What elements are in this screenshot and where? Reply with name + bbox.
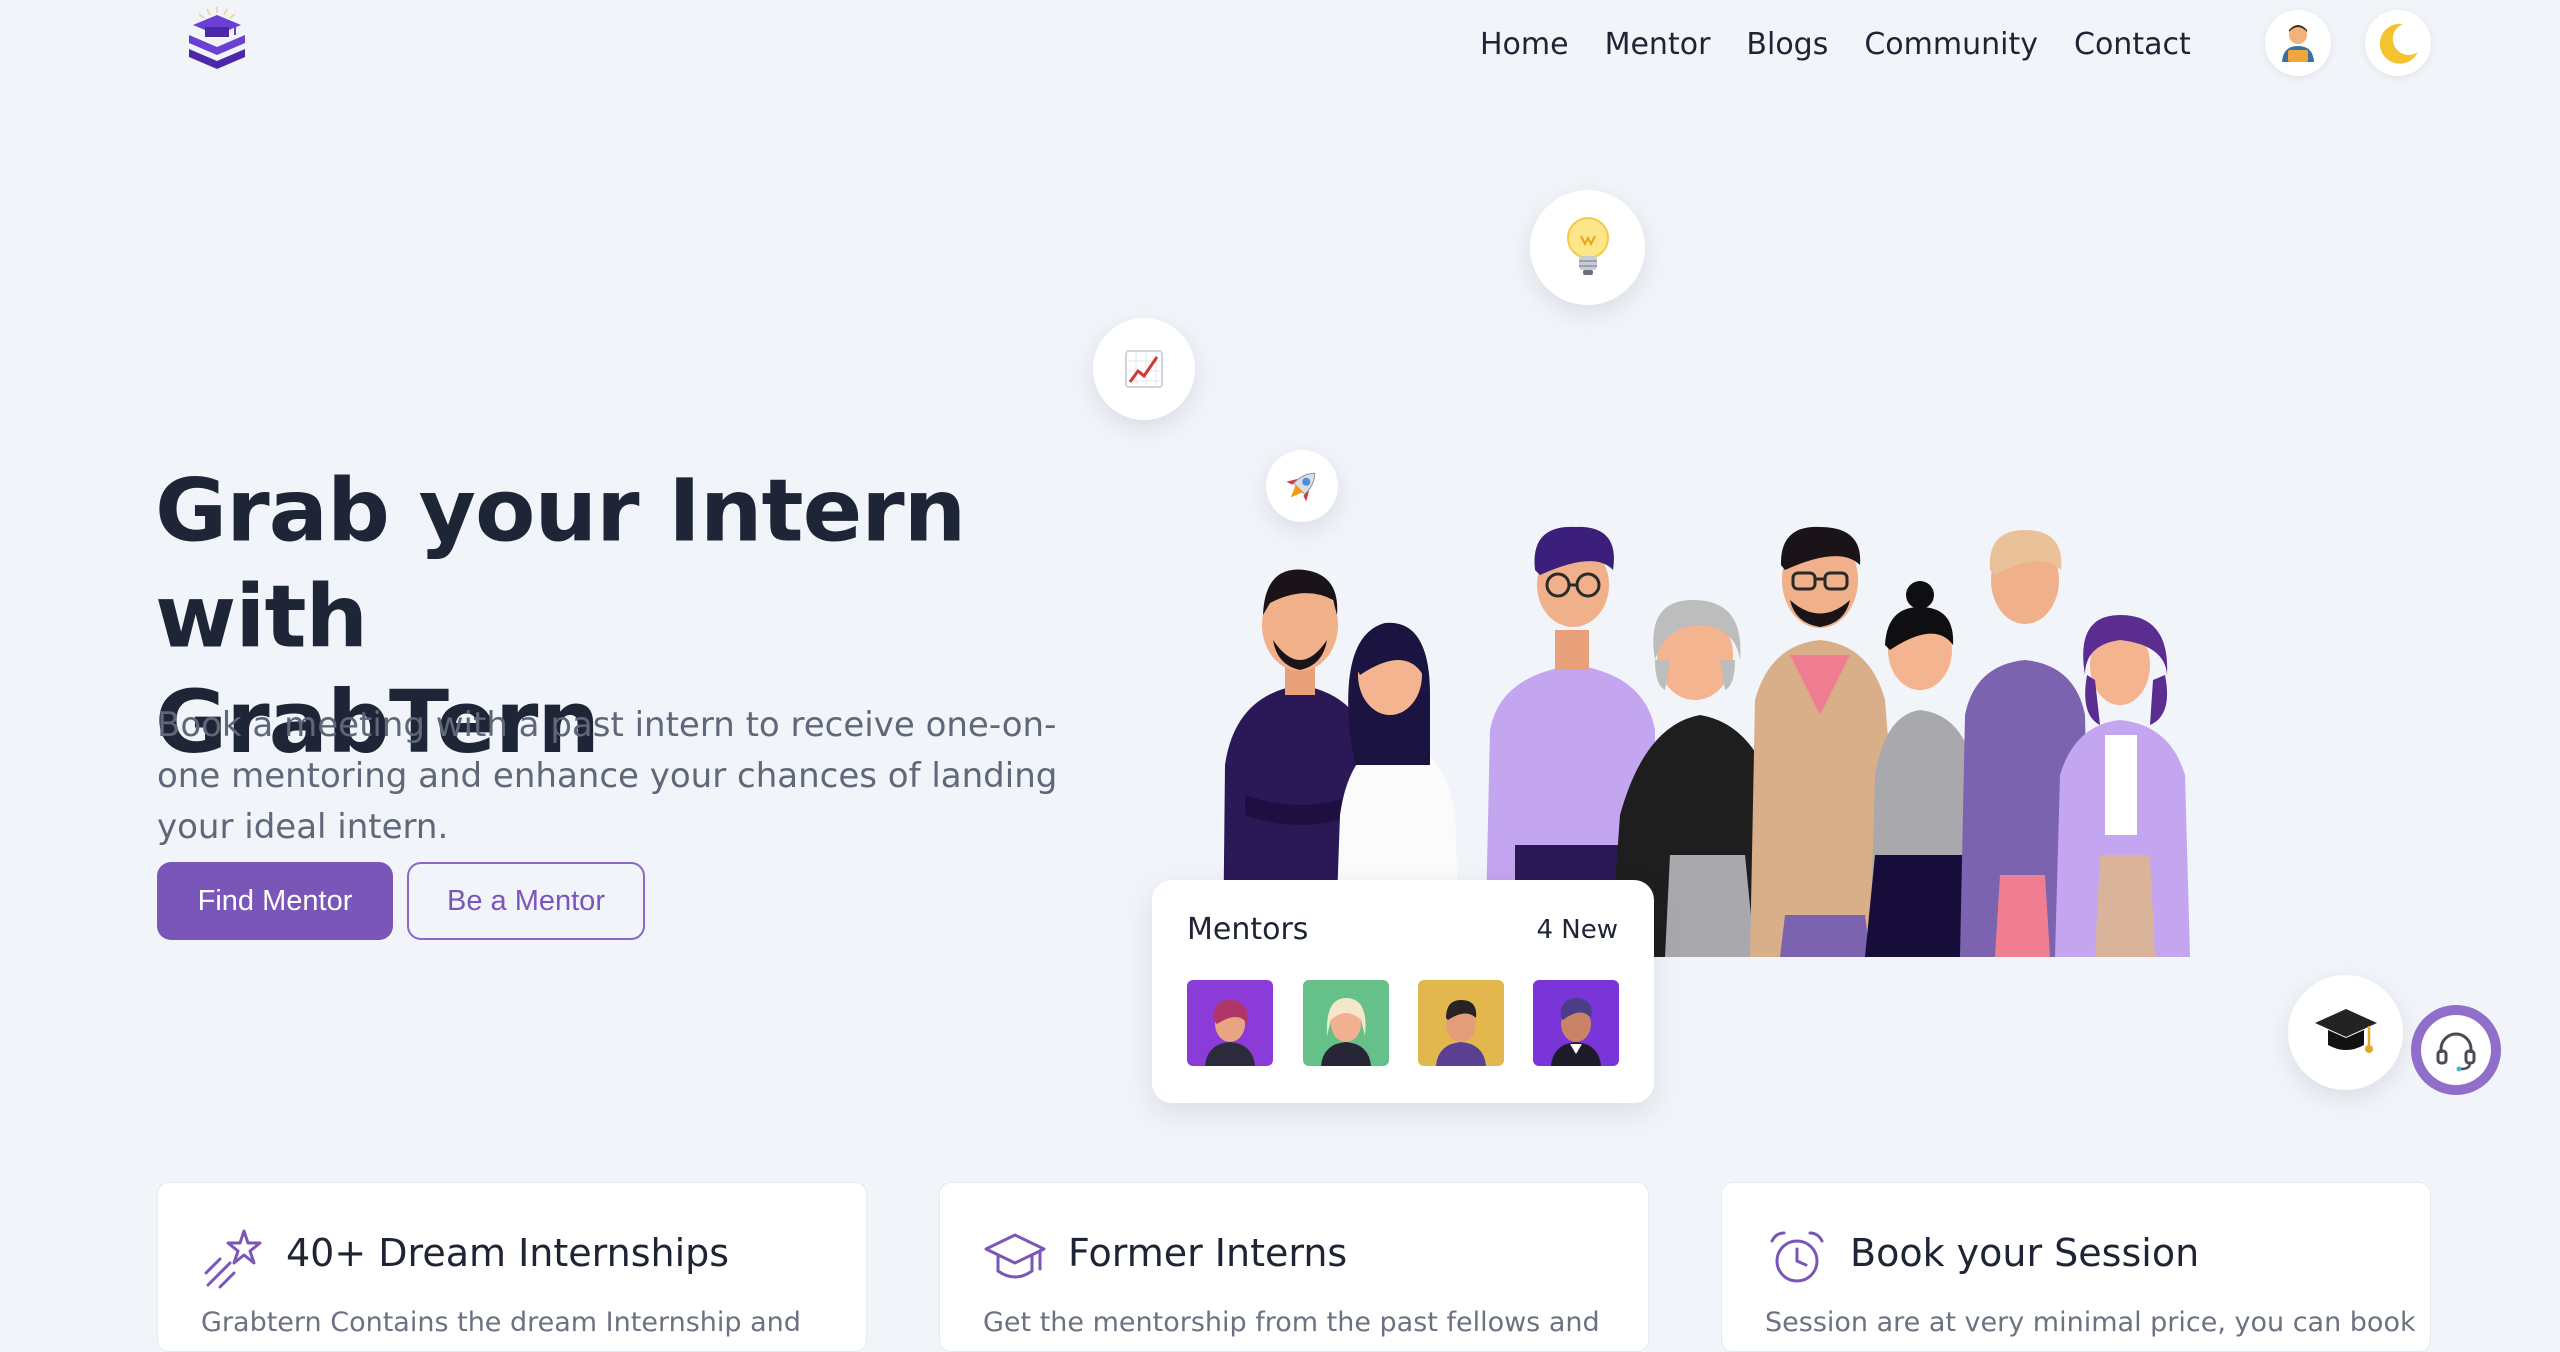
- nav-contact[interactable]: Contact: [2074, 20, 2191, 70]
- lightbulb-icon: [1566, 216, 1609, 275]
- graduation-cap-bubble: [2288, 975, 2403, 1090]
- feature-card-book-session[interactable]: Book your Session Session are at very mi…: [1721, 1182, 2431, 1352]
- magic-star-icon: [204, 1229, 262, 1289]
- grabtern-logo[interactable]: [185, 5, 249, 75]
- mentor-avatar-1[interactable]: [1187, 980, 1273, 1066]
- graduation-cap-outline-icon: [984, 1233, 1046, 1279]
- feature-title-internships: 40+ Dream Internships: [286, 1231, 730, 1275]
- find-mentor-button[interactable]: Find Mentor: [157, 862, 393, 940]
- theme-toggle-button[interactable]: [2365, 10, 2431, 76]
- mentors-card-title: Mentors: [1187, 912, 1309, 947]
- feature-desc-former-interns: Get the mentorship from the past fellows…: [983, 1307, 1600, 1338]
- main-nav: Home Mentor Blogs Community Contact: [1480, 20, 2227, 70]
- rocket-icon: [1286, 472, 1316, 502]
- feature-desc-book-session: Session are at very minimal price, you c…: [1765, 1307, 2416, 1338]
- alarm-clock-icon: [1770, 1231, 1824, 1283]
- nav-mentor[interactable]: Mentor: [1605, 20, 1711, 70]
- nav-blogs[interactable]: Blogs: [1746, 20, 1828, 70]
- headset-icon: [2436, 1032, 2476, 1072]
- support-chat-button[interactable]: [2411, 1005, 2501, 1095]
- mentor-avatar-3[interactable]: [1418, 980, 1504, 1066]
- person-8: [2055, 615, 2190, 957]
- hero-title-line1: Grab your Intern with: [155, 460, 966, 667]
- mentor-avatar-4[interactable]: [1533, 980, 1619, 1066]
- lightbulb-bubble: [1530, 190, 1645, 305]
- user-avatar-button[interactable]: [2265, 10, 2331, 76]
- rocket-bubble: [1266, 450, 1338, 522]
- moon-icon: [2379, 23, 2418, 64]
- nav-community[interactable]: Community: [1864, 20, 2038, 70]
- mentors-card[interactable]: Mentors 4 New: [1152, 880, 1654, 1103]
- feature-card-internships[interactable]: 40+ Dream Internships Grabtern Contains …: [157, 1182, 867, 1352]
- be-a-mentor-button[interactable]: Be a Mentor: [407, 862, 645, 940]
- feature-title-book-session: Book your Session: [1850, 1231, 2200, 1275]
- feature-card-former-interns[interactable]: Former Interns Get the mentorship from t…: [939, 1182, 1649, 1352]
- support-chat-inner: [2421, 1015, 2491, 1085]
- nav-home[interactable]: Home: [1480, 20, 1569, 70]
- mentor-avatar-2[interactable]: [1303, 980, 1389, 1066]
- chart-bubble: [1093, 318, 1195, 420]
- logo-icon: [189, 7, 245, 69]
- hero-subtitle: Book a meeting with a past intern to rec…: [157, 705, 1058, 847]
- graduation-cap-icon: [2314, 1008, 2377, 1053]
- mentors-new-count: 4 New: [1536, 915, 1618, 945]
- user-avatar-icon: [2282, 25, 2314, 62]
- chart-increasing-icon: [1125, 350, 1163, 388]
- feature-title-former-interns: Former Interns: [1068, 1231, 1348, 1275]
- feature-desc-internships: Grabtern Contains the dream Internship a…: [201, 1307, 801, 1338]
